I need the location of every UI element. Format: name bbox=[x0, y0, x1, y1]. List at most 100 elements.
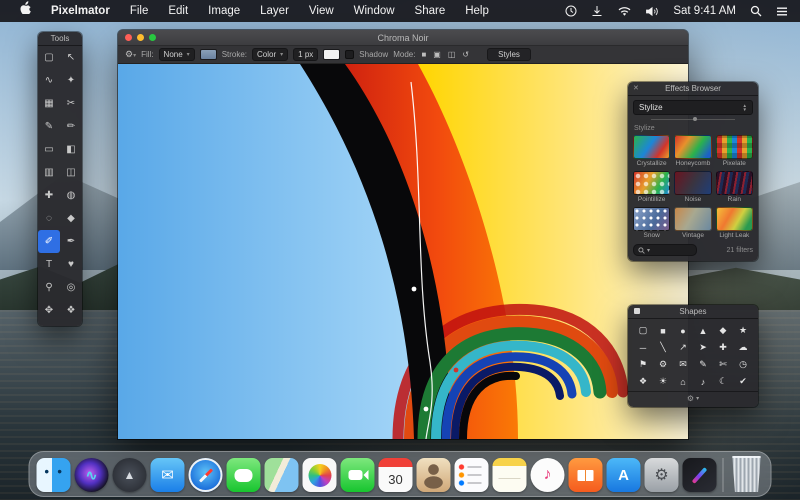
dock-ibooks-icon[interactable] bbox=[568, 458, 603, 492]
shape-icon[interactable]: ↗ bbox=[673, 340, 693, 355]
effect-thumbnail-vintage[interactable] bbox=[674, 207, 712, 231]
eyedropper-tool-icon[interactable]: ⚲ bbox=[38, 276, 60, 299]
shape-icon[interactable]: ☾ bbox=[713, 374, 733, 389]
shape-icon[interactable]: ✉ bbox=[673, 357, 693, 372]
slice-tool-icon[interactable]: ✂ bbox=[60, 92, 82, 115]
pencil-tool-icon[interactable]: ✎ bbox=[38, 115, 60, 138]
effect-item[interactable]: Pointillize bbox=[633, 171, 671, 203]
effect-item[interactable]: Light Leak bbox=[715, 207, 753, 239]
effect-item[interactable]: Honeycomb bbox=[674, 135, 712, 167]
effect-thumbnail-snow[interactable] bbox=[633, 207, 671, 231]
effect-thumbnail-pixelate[interactable] bbox=[715, 135, 753, 159]
stroke-color-swatch[interactable] bbox=[323, 49, 341, 60]
menu-edit[interactable]: Edit bbox=[159, 0, 197, 22]
dock-pixelmator-icon[interactable] bbox=[682, 458, 717, 492]
shape-icon[interactable]: ☀ bbox=[653, 374, 673, 389]
mode-combine-icon[interactable]: ◫ bbox=[447, 50, 457, 59]
menu-clock[interactable]: Sat 9:41 AM bbox=[673, 5, 736, 17]
dock-app-store-icon[interactable] bbox=[606, 458, 641, 492]
stroke-width-stepper[interactable]: 1 px bbox=[293, 48, 319, 61]
effect-thumbnail-honeycomb[interactable] bbox=[674, 135, 712, 159]
mode-reset-icon[interactable]: ↺ bbox=[461, 50, 470, 59]
shape-icon[interactable]: ☁ bbox=[733, 340, 753, 355]
effect-item[interactable]: Snow bbox=[633, 207, 671, 239]
type-tool-icon[interactable]: T bbox=[38, 253, 60, 276]
path-anchor-point[interactable] bbox=[411, 286, 417, 292]
shape-icon[interactable]: ╲ bbox=[653, 340, 673, 355]
dock-system-preferences-icon[interactable] bbox=[644, 458, 679, 492]
sharpen-tool-icon[interactable]: ◆ bbox=[60, 207, 82, 230]
shape-icon[interactable]: ◷ bbox=[733, 357, 753, 372]
menu-view[interactable]: View bbox=[300, 0, 343, 22]
fill-color-swatch[interactable] bbox=[199, 49, 217, 60]
paint-tool-icon-selected[interactable]: ✐ bbox=[38, 230, 60, 253]
shape-icon[interactable]: ⌂ bbox=[673, 374, 693, 389]
apple-menu-icon[interactable] bbox=[10, 0, 40, 22]
stroke-dropdown[interactable]: Color ▾ bbox=[252, 48, 289, 61]
dock-contacts-icon[interactable] bbox=[416, 458, 451, 492]
effects-search-field[interactable]: ▾ bbox=[633, 244, 697, 256]
gradient-tool-icon[interactable]: ▥ bbox=[38, 161, 60, 184]
close-icon[interactable]: ✕ bbox=[633, 84, 639, 93]
dock-calendar-icon[interactable]: 30 bbox=[378, 458, 413, 492]
tools-palette-titlebar[interactable]: Tools bbox=[38, 32, 82, 46]
effect-thumbnail-noise[interactable] bbox=[674, 171, 712, 195]
effect-item[interactable]: Crystallize bbox=[633, 135, 671, 167]
brush-tool-icon[interactable]: ✏ bbox=[60, 115, 82, 138]
mode-outline-icon[interactable]: ▣ bbox=[432, 50, 442, 59]
path-control-point[interactable] bbox=[453, 367, 459, 373]
menu-share[interactable]: Share bbox=[406, 0, 455, 22]
hand-tool-icon[interactable]: ✥ bbox=[38, 299, 60, 322]
shape-icon[interactable]: ➤ bbox=[693, 340, 713, 355]
notification-center-icon[interactable] bbox=[776, 6, 788, 17]
sponge-tool-icon[interactable]: ◍ bbox=[60, 184, 82, 207]
shape-icon[interactable]: ● bbox=[673, 323, 693, 338]
dock-mail-icon[interactable] bbox=[150, 458, 185, 492]
shape-icon[interactable]: ♪ bbox=[693, 374, 713, 389]
dock-itunes-icon[interactable] bbox=[530, 458, 565, 492]
dock-maps-icon[interactable] bbox=[264, 458, 299, 492]
dock-facetime-icon[interactable] bbox=[340, 458, 375, 492]
shape-icon[interactable]: ❖ bbox=[633, 374, 653, 389]
fill-dropdown[interactable]: None ▾ bbox=[158, 48, 195, 61]
shape-tool-icon[interactable]: ♥ bbox=[60, 253, 82, 276]
styles-button[interactable]: Styles bbox=[487, 48, 531, 61]
path-anchor-point[interactable] bbox=[423, 406, 429, 412]
shape-icon[interactable]: ⚙ bbox=[653, 357, 673, 372]
shape-icon[interactable]: ✎ bbox=[693, 357, 713, 372]
menu-app-name[interactable]: Pixelmator bbox=[42, 0, 119, 22]
spotlight-search-icon[interactable] bbox=[750, 5, 762, 17]
pen-tool-icon[interactable]: ✒ bbox=[60, 230, 82, 253]
scrubber-knob[interactable] bbox=[693, 117, 697, 121]
dock-reminders-icon[interactable] bbox=[454, 458, 489, 492]
effect-thumbnail-crystallize[interactable] bbox=[633, 135, 671, 159]
dock-launchpad-icon[interactable] bbox=[112, 458, 147, 492]
menu-window[interactable]: Window bbox=[345, 0, 404, 22]
shape-icon[interactable]: ◆ bbox=[713, 323, 733, 338]
effects-scrubber[interactable] bbox=[633, 115, 753, 123]
canvas-artwork[interactable] bbox=[118, 64, 688, 439]
effect-thumbnail-pointillize[interactable] bbox=[633, 171, 671, 195]
document-canvas[interactable] bbox=[118, 64, 688, 439]
extra-tool-icon[interactable]: ❖ bbox=[60, 299, 82, 322]
effects-category-dropdown[interactable]: Stylize ▲ ▼ bbox=[633, 100, 753, 115]
wifi-status-icon[interactable] bbox=[617, 6, 632, 17]
marquee-tool-icon[interactable]: ▢ bbox=[38, 46, 60, 69]
heal-tool-icon[interactable]: ✚ bbox=[38, 184, 60, 207]
shape-icon[interactable]: ⚑ bbox=[633, 357, 653, 372]
effect-thumbnail-light-leak[interactable] bbox=[715, 207, 753, 231]
shape-icon[interactable]: ▲ bbox=[693, 323, 713, 338]
shape-icon[interactable]: ▢ bbox=[633, 323, 653, 338]
volume-status-icon[interactable] bbox=[646, 6, 659, 17]
magic-wand-tool-icon[interactable]: ✦ bbox=[60, 69, 82, 92]
shadow-checkbox[interactable] bbox=[345, 50, 355, 59]
dock-messages-icon[interactable] bbox=[226, 458, 261, 492]
fill-tool-icon[interactable]: ◧ bbox=[60, 138, 82, 161]
dock-siri-icon[interactable] bbox=[74, 458, 109, 492]
shapes-panel-titlebar[interactable]: Shapes bbox=[628, 305, 758, 319]
eraser-tool-icon[interactable]: ▭ bbox=[38, 138, 60, 161]
shape-icon[interactable]: ─ bbox=[633, 340, 653, 355]
shape-icon[interactable]: ✄ bbox=[713, 357, 733, 372]
crop-tool-icon[interactable]: ▦ bbox=[38, 92, 60, 115]
effect-item[interactable]: Pixelate bbox=[715, 135, 753, 167]
